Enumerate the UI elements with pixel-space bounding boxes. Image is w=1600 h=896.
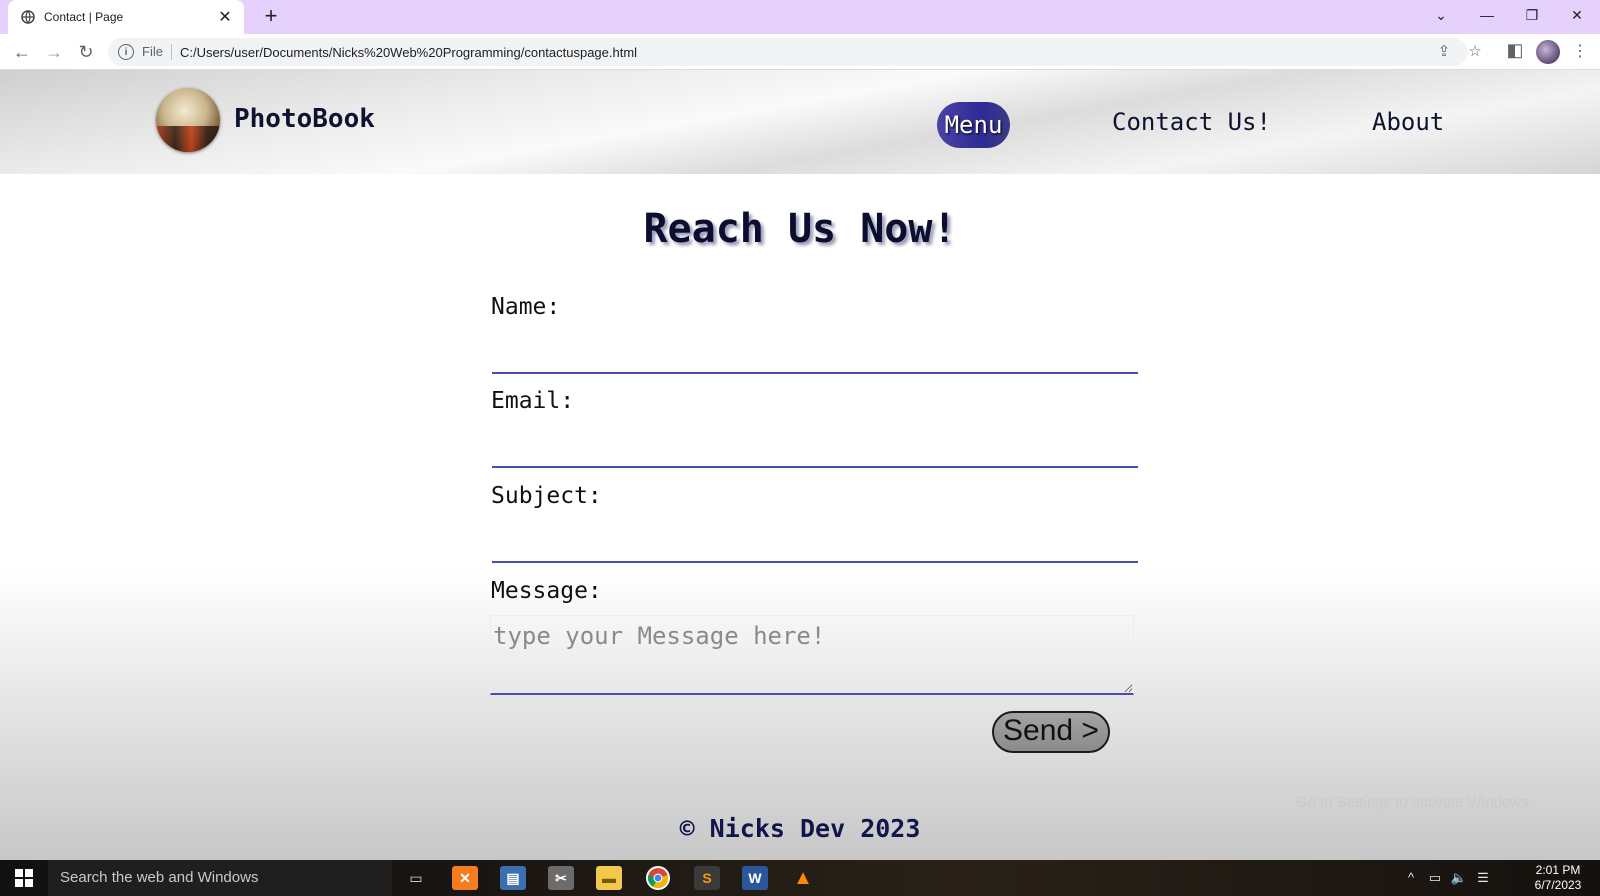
file-explorer-icon[interactable]: ▬: [596, 866, 622, 890]
footer-copyright: © Nicks Dev 2023: [679, 814, 921, 843]
browser-tab-strip: Contact | Page ✕ + ⌄ — ❐ ✕: [0, 0, 1600, 34]
new-tab-button[interactable]: +: [258, 4, 284, 30]
side-panel-icon[interactable]: ◧: [1505, 40, 1525, 60]
chrome-icon[interactable]: [646, 866, 670, 890]
taskbar-search-input[interactable]: Search the web and Windows: [48, 860, 392, 896]
show-hidden-icons-chevron-icon[interactable]: ^: [1402, 870, 1420, 886]
page-title: Reach Us Now!: [643, 206, 957, 252]
reload-icon[interactable]: ↻: [74, 40, 98, 64]
subject-label: Subject:: [491, 483, 602, 509]
email-label: Email:: [491, 388, 575, 414]
globe-icon: [20, 9, 36, 25]
subject-input[interactable]: [492, 519, 1138, 563]
site-info-icon[interactable]: i: [118, 44, 134, 60]
forward-arrow-icon[interactable]: →: [42, 40, 66, 64]
activate-windows-watermark: Go to Settings to activate Windows.: [1296, 794, 1533, 811]
windows-taskbar: Search the web and Windows ▭ ✕ ▤ ✂ ▬ S W…: [0, 860, 1600, 896]
nav-contact-link[interactable]: Contact Us!: [1112, 108, 1271, 136]
browser-menu-icon[interactable]: ⋮: [1570, 40, 1590, 64]
address-bar[interactable]: i File C:/Users/user/Documents/Nicks%20W…: [108, 38, 1468, 66]
minimize-button[interactable]: —: [1464, 0, 1510, 30]
profile-avatar[interactable]: [1536, 40, 1560, 64]
logo-image[interactable]: [156, 88, 220, 152]
site-header: PhotoBook Menu Contact Us! About: [0, 70, 1600, 174]
message-label: Message:: [491, 578, 602, 604]
windows-start-icon[interactable]: [0, 860, 48, 896]
screen-app-icon[interactable]: ▤: [500, 866, 526, 890]
tab-search-chevron-icon[interactable]: ⌄: [1418, 0, 1464, 30]
tab-title: Contact | Page: [44, 10, 124, 24]
xampp-icon[interactable]: ✕: [452, 866, 478, 890]
url-text[interactable]: C:/Users/user/Documents/Nicks%20Web%20Pr…: [180, 45, 637, 60]
volume-icon[interactable]: 🔈: [1450, 870, 1468, 886]
page-body: PhotoBook Menu Contact Us! About Reach U…: [0, 70, 1600, 860]
name-label: Name:: [491, 294, 561, 320]
clock-time: 2:01 PM: [1535, 863, 1581, 877]
send-button[interactable]: Send >: [992, 711, 1110, 753]
back-arrow-icon[interactable]: ←: [10, 40, 34, 64]
name-input[interactable]: [492, 330, 1138, 374]
sublime-text-icon[interactable]: S: [694, 866, 720, 890]
close-window-button[interactable]: ✕: [1554, 0, 1600, 30]
email-input[interactable]: [492, 424, 1138, 468]
task-view-icon[interactable]: ▭: [403, 866, 429, 890]
clock-date: 6/7/2023: [1534, 878, 1582, 892]
address-bar-row: ← → ↻ i File C:/Users/user/Documents/Nic…: [0, 34, 1600, 70]
share-icon[interactable]: ⇪: [1434, 42, 1454, 62]
vlc-icon[interactable]: ▲: [790, 866, 816, 890]
battery-icon[interactable]: ▭: [1426, 870, 1444, 886]
message-textarea[interactable]: [490, 615, 1134, 695]
browser-tab[interactable]: Contact | Page ✕: [8, 0, 244, 34]
close-tab-icon[interactable]: ✕: [216, 7, 234, 27]
nav-about-link[interactable]: About: [1372, 108, 1444, 136]
scheme-label: File: [142, 44, 172, 60]
word-icon[interactable]: W: [742, 866, 768, 890]
bookmark-star-icon[interactable]: ☆: [1465, 42, 1485, 62]
brand-name[interactable]: PhotoBook: [234, 104, 375, 134]
taskbar-clock[interactable]: 2:01 PM 6/7/2023: [1528, 863, 1588, 893]
restore-button[interactable]: ❐: [1509, 0, 1555, 30]
nav-menu-link[interactable]: Menu: [937, 102, 1010, 148]
notifications-icon[interactable]: ☰: [1474, 870, 1492, 886]
snipping-tool-icon[interactable]: ✂: [548, 866, 574, 890]
